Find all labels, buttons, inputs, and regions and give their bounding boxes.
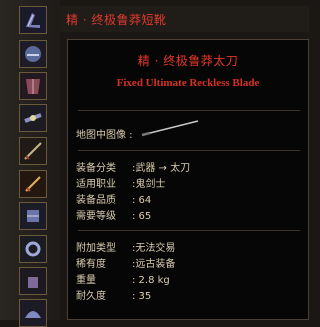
extra-row-weight: 重量: 2.8 kg bbox=[76, 275, 170, 286]
armor-icon[interactable] bbox=[19, 72, 47, 100]
blade-preview-icon bbox=[141, 120, 199, 137]
pauldron-icon[interactable] bbox=[19, 299, 47, 327]
divider bbox=[78, 110, 300, 111]
stat-row-category: 装备分类:武器 → 太刀 bbox=[76, 163, 191, 174]
boots-icon[interactable] bbox=[19, 6, 47, 34]
map-preview-label: 地图中图像 : bbox=[76, 130, 133, 141]
item-name: 精 · 终极鲁莽短靴 bbox=[66, 13, 167, 27]
extra-row-durability: 耐久度: 35 bbox=[76, 291, 152, 302]
stat-row-level: 需要等级: 65 bbox=[76, 211, 152, 222]
bracer-icon[interactable] bbox=[19, 202, 47, 230]
ring-icon[interactable] bbox=[19, 235, 47, 263]
stat-row-quality: 装备品质: 64 bbox=[76, 195, 152, 206]
belt-icon[interactable] bbox=[19, 104, 47, 132]
helmet-icon[interactable] bbox=[19, 40, 47, 68]
extra-row-rarity: 稀有度:远古装备 bbox=[76, 259, 176, 270]
stat-row-class: 适用职业:鬼剑士 bbox=[76, 179, 166, 190]
blade-icon[interactable] bbox=[19, 137, 47, 165]
divider bbox=[78, 150, 300, 151]
item-english-title: Fixed Ultimate Reckless Blade bbox=[116, 77, 260, 89]
divider bbox=[78, 230, 300, 231]
blade-icon[interactable] bbox=[19, 170, 47, 198]
gloves-icon[interactable] bbox=[19, 267, 47, 295]
inventory-icon-column bbox=[0, 0, 60, 327]
extra-row-trade: 附加类型:无法交易 bbox=[76, 243, 176, 254]
item-list-row[interactable]: 精 · 终极鲁莽短靴 bbox=[60, 6, 309, 32]
item-title: 精 · 终极鲁莽太刀 bbox=[137, 54, 239, 68]
item-tooltip: 精 · 终极鲁莽太刀 Fixed Ultimate Reckless Blade… bbox=[67, 39, 309, 320]
